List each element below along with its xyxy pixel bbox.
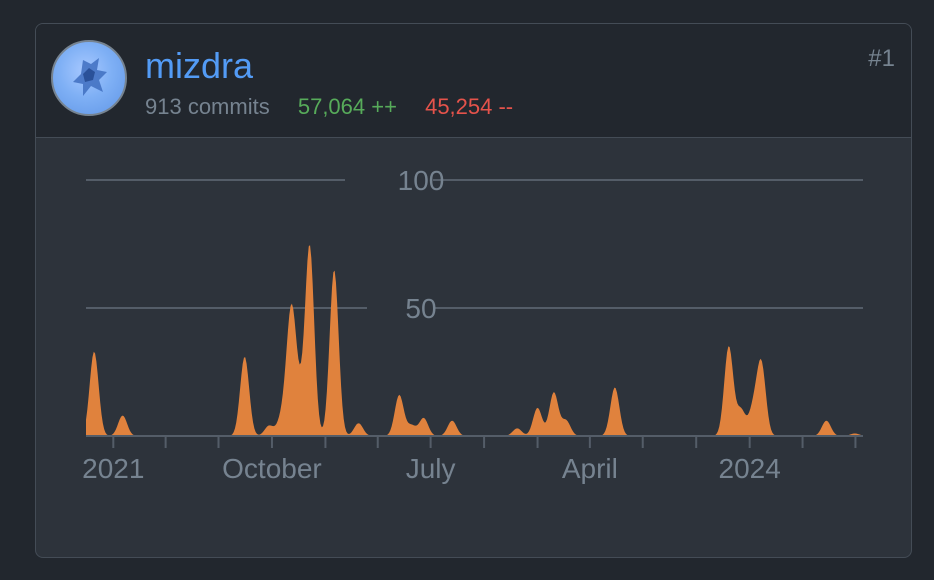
contributor-card: mizdra #1 913 commits 57,064 ++ 45,254 -… (35, 23, 912, 558)
contributions-chart: 50 100 2021 October July April 2024 (82, 164, 863, 484)
x-tick-label: July (406, 453, 456, 484)
x-tick-label: April (562, 453, 618, 484)
x-tick-label: 2021 (82, 453, 144, 484)
y-tick-label: 50 (405, 293, 436, 324)
commits-area-series (86, 245, 863, 436)
x-tick-label: 2024 (719, 453, 781, 484)
y-tick-label: 100 (398, 165, 445, 196)
x-tick-label: October (222, 453, 322, 484)
